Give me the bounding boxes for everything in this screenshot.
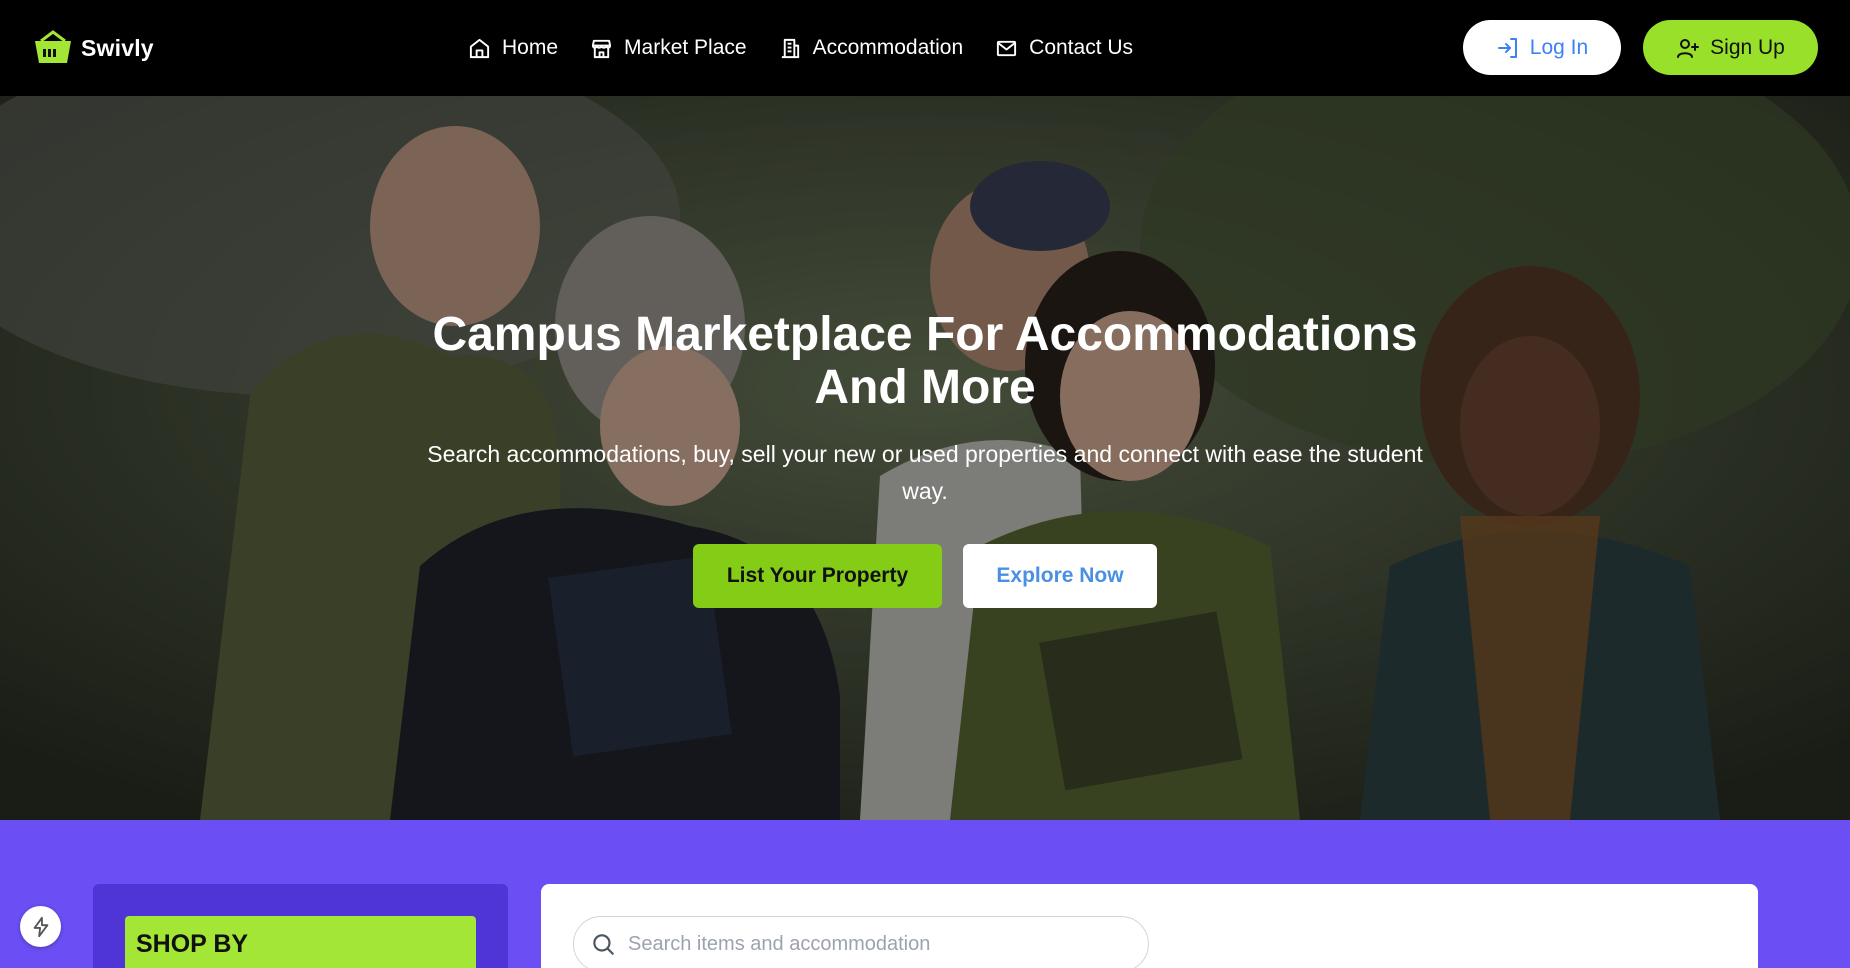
hero-title-line-2: And More bbox=[814, 361, 1036, 414]
brand[interactable]: Swivly bbox=[31, 30, 154, 66]
login-button[interactable]: Log In bbox=[1463, 20, 1621, 75]
hero-title: Campus Marketplace For Accommodations An… bbox=[400, 308, 1450, 414]
nav-link-label: Market Place bbox=[624, 36, 747, 59]
lightning-bolt-icon bbox=[33, 916, 48, 937]
main-nav: Home Market Place Accommodation Contact … bbox=[468, 0, 1165, 96]
store-icon bbox=[591, 39, 612, 58]
results-panel bbox=[541, 884, 1758, 968]
brand-name: Swivly bbox=[81, 34, 154, 61]
explore-now-button[interactable]: Explore Now bbox=[963, 544, 1157, 608]
nav-link-label: Accommodation bbox=[812, 36, 964, 59]
page: Swivly Home Market Place Accommodation C… bbox=[0, 0, 1850, 968]
nav-link-marketplace[interactable]: Market Place bbox=[590, 36, 747, 60]
hero-actions: List Your Property Explore Now bbox=[693, 544, 1157, 608]
nav-link-label: Contact Us bbox=[1029, 36, 1134, 59]
hero-subtitle: Search accommodations, buy, sell your ne… bbox=[427, 441, 1423, 504]
nav-link-accommodation[interactable]: Accommodation bbox=[779, 36, 964, 60]
search-box bbox=[573, 916, 1149, 968]
mail-icon bbox=[997, 40, 1017, 56]
nav-link-label: Home bbox=[502, 36, 559, 59]
nav-link-home[interactable]: Home bbox=[468, 36, 558, 60]
building-icon bbox=[781, 38, 799, 58]
bolt-floating-button[interactable] bbox=[20, 906, 61, 947]
login-label: Log In bbox=[1529, 35, 1589, 59]
user-plus-icon bbox=[1677, 38, 1700, 58]
hero-title-line-1: Campus Marketplace For Accommodations bbox=[432, 308, 1418, 361]
search-input[interactable] bbox=[628, 932, 1128, 956]
signup-label: Sign Up bbox=[1710, 35, 1785, 59]
shop-by-heading: SHOP BY bbox=[125, 916, 476, 968]
basket-logo-icon bbox=[35, 30, 71, 63]
login-icon bbox=[1497, 37, 1517, 58]
signup-button[interactable]: Sign Up bbox=[1643, 20, 1818, 75]
nav-link-contact[interactable]: Contact Us bbox=[995, 36, 1133, 60]
shop-by-panel: SHOP BY bbox=[93, 884, 508, 968]
shop-section: SHOP BY bbox=[0, 820, 1850, 968]
list-property-button[interactable]: List Your Property bbox=[693, 544, 942, 608]
top-navbar: Swivly Home Market Place Accommodation C… bbox=[0, 0, 1850, 96]
auth-actions: Log In Sign Up bbox=[1463, 20, 1818, 75]
search-icon bbox=[593, 934, 614, 955]
hero-section: Campus Marketplace For Accommodations An… bbox=[0, 96, 1850, 820]
home-icon bbox=[469, 38, 490, 58]
